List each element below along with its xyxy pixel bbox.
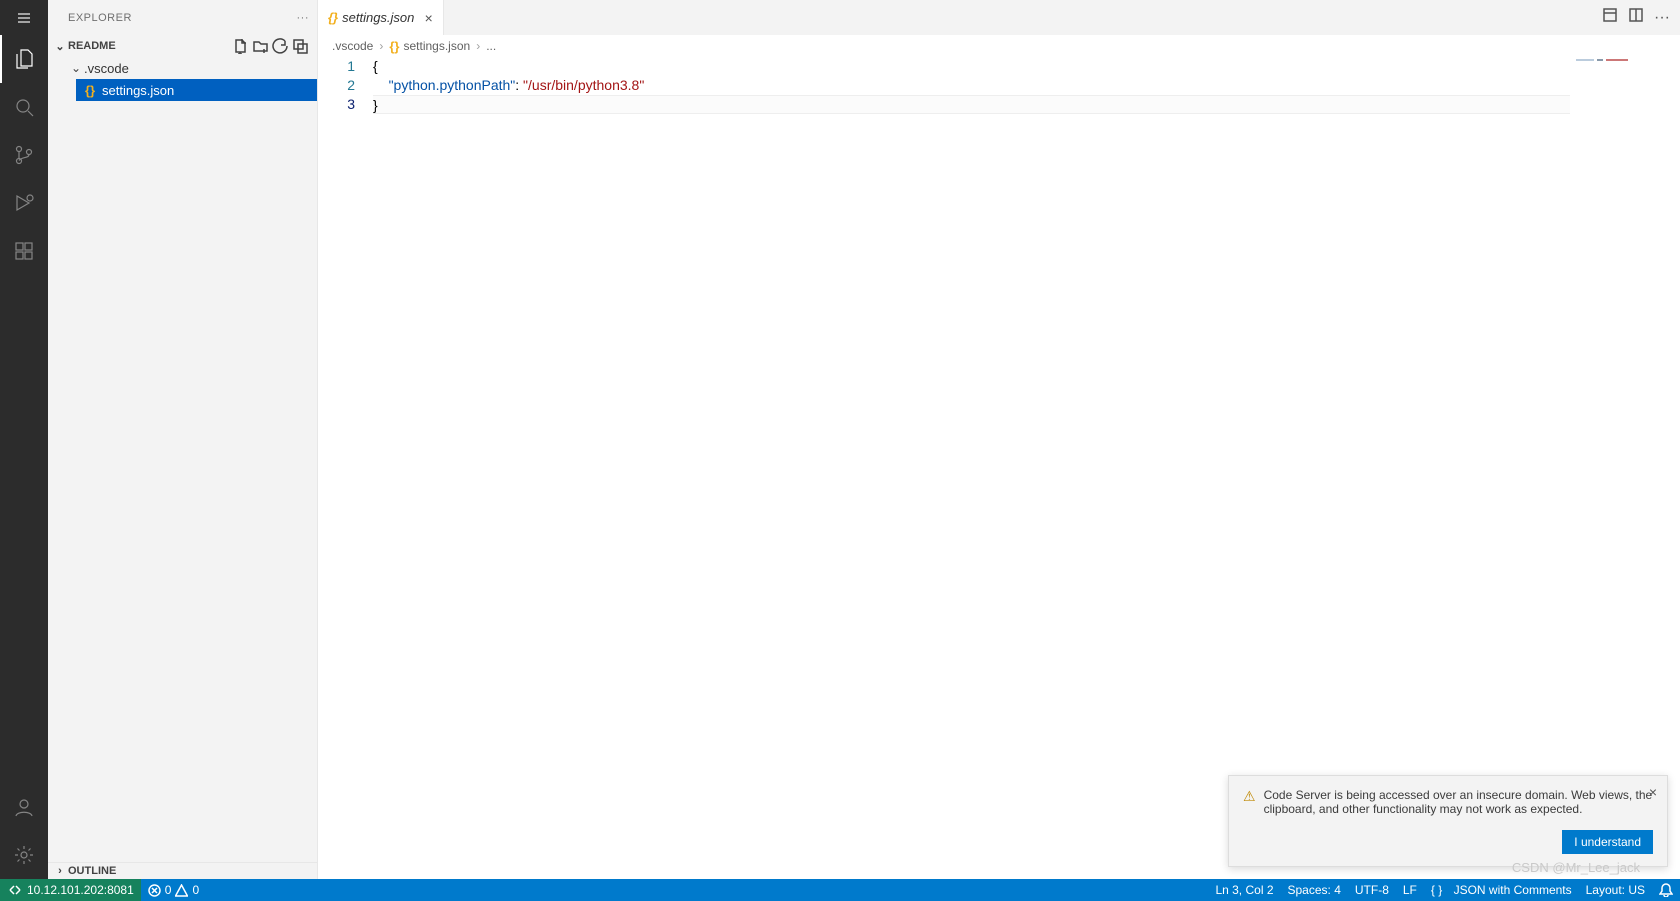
chevron-right-icon: ›	[476, 39, 480, 53]
menu-icon	[16, 10, 32, 26]
tab-settings-json[interactable]: {} settings.json ×	[318, 0, 444, 35]
branch-icon	[13, 144, 35, 166]
notifications-bell[interactable]	[1652, 883, 1680, 897]
sidebar-title: EXPLORER	[68, 12, 132, 24]
bell-icon	[1659, 883, 1673, 897]
activity-search[interactable]	[0, 83, 48, 131]
notification-toast: × ⚠ Code Server is being accessed over a…	[1228, 775, 1668, 867]
eol[interactable]: LF	[1396, 883, 1424, 897]
cursor-position[interactable]: Ln 3, Col 2	[1208, 883, 1280, 897]
close-icon[interactable]: ×	[1649, 784, 1657, 800]
indentation[interactable]: Spaces: 4	[1281, 883, 1348, 897]
breadcrumbs: .vscode › {} settings.json › ...	[318, 35, 1680, 57]
chevron-down-icon: ⌄	[68, 61, 84, 75]
gear-icon	[13, 844, 35, 866]
chevron-down-icon: ⌄	[52, 40, 68, 53]
close-icon[interactable]: ×	[424, 10, 432, 26]
file-label: settings.json	[102, 83, 174, 98]
sidebar-header: EXPLORER ···	[48, 0, 317, 35]
warning-icon	[175, 884, 188, 897]
extensions-icon	[13, 240, 35, 262]
workspace-header[interactable]: ⌄ README	[48, 35, 317, 57]
tree-file-settings[interactable]: {} settings.json	[76, 79, 317, 101]
folder-label: .vscode	[84, 61, 129, 76]
line-gutter: 1 2 3	[318, 57, 373, 879]
code-content[interactable]: { "python.pythonPath": "/usr/bin/python3…	[373, 57, 1570, 879]
activity-settings[interactable]	[0, 831, 48, 879]
chevron-right-icon: ›	[379, 39, 383, 53]
json-icon: {}	[389, 39, 399, 54]
outline-section[interactable]: › OUTLINE	[48, 862, 317, 879]
error-icon	[148, 884, 161, 897]
more-actions-icon[interactable]: ···	[1654, 9, 1670, 27]
sidebar: EXPLORER ··· ⌄ README ⌄ .vscode	[48, 0, 318, 879]
warning-icon: ⚠	[1243, 788, 1256, 816]
search-icon	[13, 96, 35, 118]
activity-explorer[interactable]	[0, 35, 48, 83]
tree-folder-vscode[interactable]: ⌄ .vscode	[62, 57, 317, 79]
activity-bar	[0, 0, 48, 879]
understand-button[interactable]: I understand	[1562, 830, 1653, 854]
tabbar: {} settings.json × ···	[318, 0, 1680, 35]
code-editor[interactable]: 1 2 3 { "python.pythonPath": "/usr/bin/p…	[318, 57, 1680, 879]
notification-text: Code Server is being accessed over an in…	[1264, 788, 1653, 816]
breadcrumb-file[interactable]: {} settings.json	[389, 39, 470, 54]
encoding[interactable]: UTF-8	[1348, 883, 1396, 897]
tab-actions: ···	[1602, 0, 1680, 35]
tab-label: settings.json	[342, 10, 414, 25]
statusbar: 10.12.101.202:8081 0 0 Ln 3, Col 2 Space…	[0, 879, 1680, 901]
minimap[interactable]	[1570, 57, 1680, 879]
activity-scm[interactable]	[0, 131, 48, 179]
keyboard-layout[interactable]: Layout: US	[1579, 883, 1652, 897]
activity-debug[interactable]	[0, 179, 48, 227]
explorer-tree: ⌄ README ⌄ .vscode {} settings.jso	[48, 35, 317, 862]
workspace-name: README	[68, 40, 116, 52]
remote-indicator[interactable]: 10.12.101.202:8081	[0, 879, 141, 901]
split-editor-icon[interactable]	[1628, 7, 1644, 28]
workbench: EXPLORER ··· ⌄ README ⌄ .vscode	[0, 0, 1680, 879]
files-icon	[14, 48, 36, 70]
open-settings-ui-icon[interactable]	[1602, 7, 1618, 28]
refresh-icon[interactable]	[271, 37, 289, 55]
activity-account[interactable]	[0, 783, 48, 831]
activity-extensions[interactable]	[0, 227, 48, 275]
account-icon	[13, 796, 35, 818]
json-icon: {}	[328, 10, 338, 25]
breadcrumb-folder[interactable]: .vscode	[332, 39, 373, 53]
menu-button[interactable]	[0, 0, 48, 35]
new-file-icon[interactable]	[231, 37, 249, 55]
breadcrumb-ellipsis[interactable]: ...	[486, 39, 496, 53]
collapse-icon[interactable]	[291, 37, 309, 55]
json-icon: {}	[82, 82, 98, 98]
chevron-right-icon: ›	[52, 865, 68, 877]
new-folder-icon[interactable]	[251, 37, 269, 55]
outline-label: OUTLINE	[68, 865, 116, 877]
remote-icon	[7, 882, 23, 898]
editor-area: {} settings.json × ··· .vscode › {} sett…	[318, 0, 1680, 879]
problems-indicator[interactable]: 0 0	[141, 883, 206, 897]
debug-icon	[13, 192, 35, 214]
language-mode[interactable]: { } JSON with Comments	[1424, 883, 1579, 897]
sidebar-more-icon[interactable]: ···	[297, 12, 310, 24]
